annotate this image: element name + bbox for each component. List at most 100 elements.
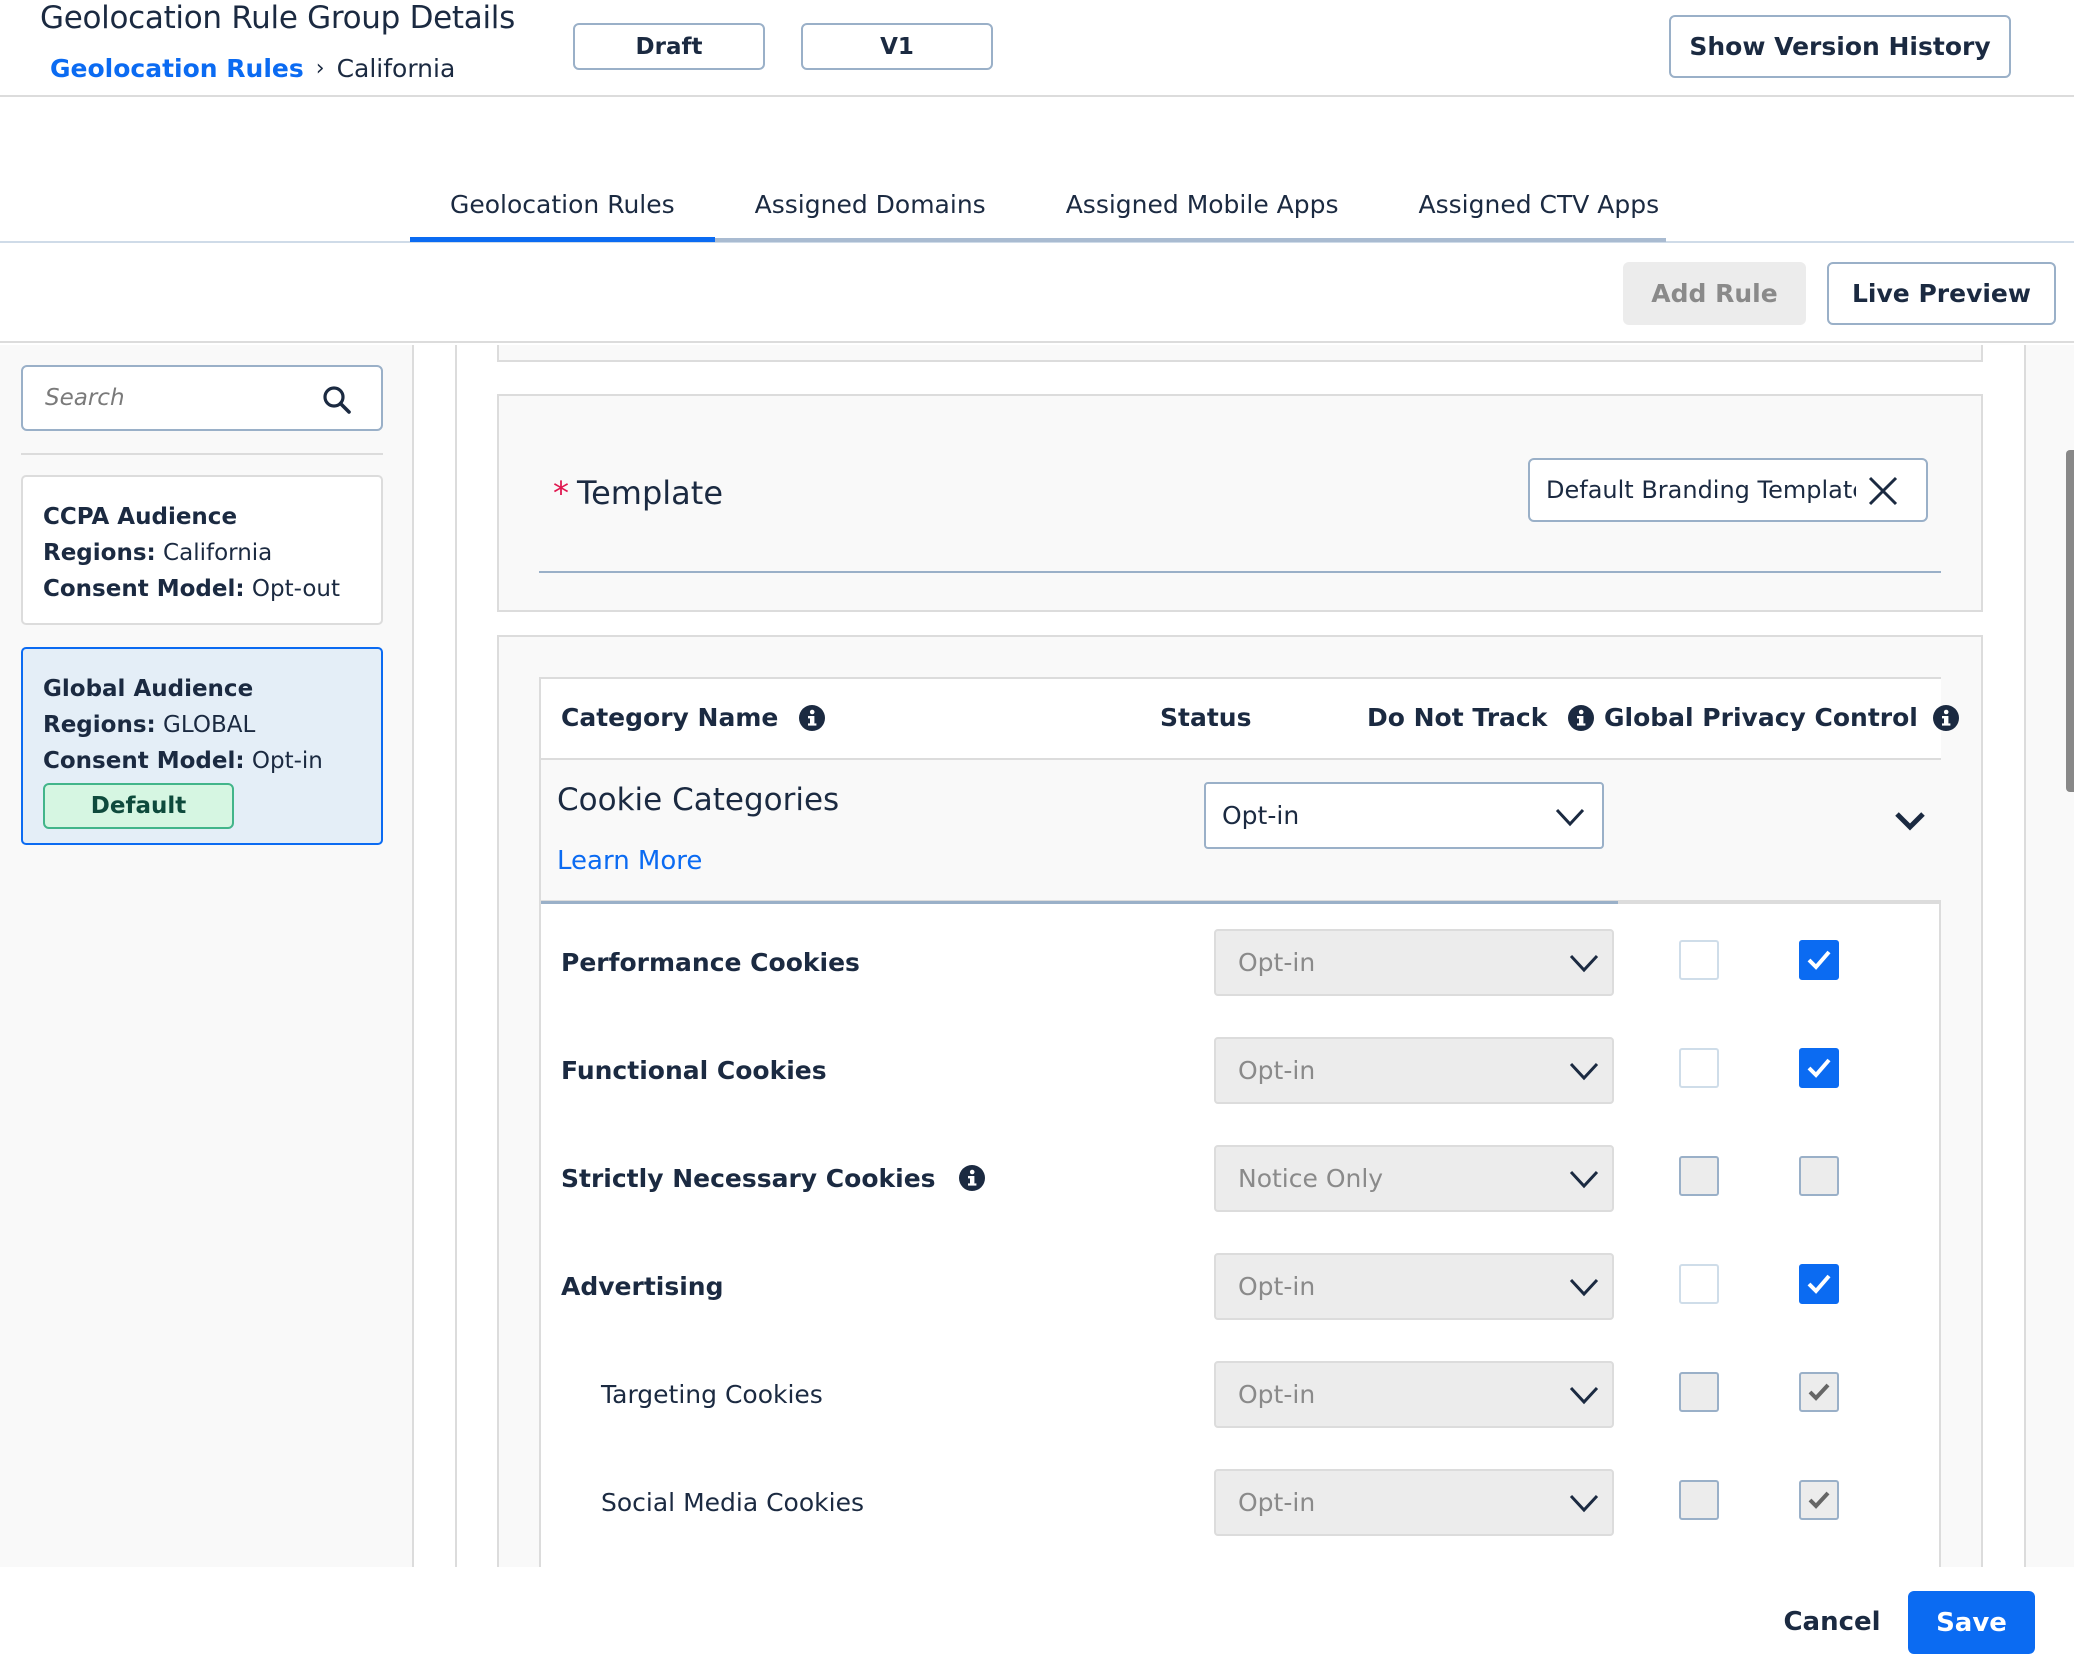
column-header-status: Status (1160, 703, 1251, 732)
group-title: Cookie Categories (557, 782, 840, 818)
category-status-select[interactable]: Opt-in (1214, 929, 1614, 996)
category-name-text: Targeting Cookies (601, 1379, 823, 1409)
close-icon[interactable] (1866, 474, 1900, 508)
consent-model-value: Opt-in (251, 748, 323, 774)
info-icon[interactable] (1567, 704, 1595, 732)
status-draft-button[interactable]: Draft (573, 23, 765, 70)
previous-section-panel (497, 345, 1983, 362)
page-title: Geolocation Rule Group Details (40, 0, 515, 36)
tab-assigned-domains[interactable]: Assigned Domains (715, 180, 1026, 238)
breadcrumb-link-geolocation-rules[interactable]: Geolocation Rules (50, 54, 304, 83)
scrollbar-thumb[interactable] (2066, 450, 2074, 792)
category-status-value: Notice Only (1238, 1164, 1384, 1193)
category-row: Targeting Cookies Opt-in (541, 1340, 1941, 1448)
chevron-right-icon: › (315, 56, 325, 81)
category-status-value: Opt-in (1238, 1272, 1316, 1301)
category-name: Functional Cookies (561, 1016, 827, 1124)
template-label-text: Template (577, 474, 724, 512)
chevron-down-icon (1569, 1494, 1599, 1513)
tab-bar: Geolocation Rules Assigned Domains Assig… (410, 180, 1666, 242)
template-value: Default Branding Template (1546, 476, 1856, 504)
live-preview-button[interactable]: Live Preview (1827, 262, 2056, 325)
column-header-do-not-track: Do Not Track (1367, 703, 1595, 732)
global-privacy-control-checkbox[interactable] (1799, 1264, 1839, 1304)
global-privacy-control-checkbox[interactable] (1799, 940, 1839, 980)
do-not-track-checkbox[interactable] (1679, 1372, 1719, 1412)
template-section: * Template Default Branding Template (497, 394, 1983, 612)
breadcrumb: Geolocation Rules › California (50, 54, 455, 83)
rule-card-ccpa-audience[interactable]: CCPA Audience Regions: California Consen… (21, 475, 383, 625)
checkmark-icon (1807, 1058, 1831, 1078)
info-icon[interactable] (798, 704, 826, 732)
category-name: Performance Cookies (561, 908, 860, 1016)
category-status-value: Opt-in (1238, 1056, 1316, 1085)
toolbar: Add Rule Live Preview (0, 243, 2074, 343)
category-row: Advertising Opt-in (541, 1232, 1941, 1340)
cancel-button[interactable]: Cancel (1770, 1591, 1894, 1653)
regions-value: GLOBAL (163, 712, 256, 738)
version-button[interactable]: V1 (801, 23, 993, 70)
template-underline (539, 571, 1941, 573)
tab-assigned-mobile-apps[interactable]: Assigned Mobile Apps (1026, 180, 1379, 238)
rule-card-global-audience[interactable]: Global Audience Regions: GLOBAL Consent … (21, 647, 383, 845)
footer-actions: Cancel Save (0, 1567, 2074, 1672)
rule-editor: * Template Default Branding Template Cate… (457, 345, 2024, 1567)
category-status-value: Opt-in (1238, 948, 1316, 977)
checkmark-icon (1808, 1383, 1830, 1401)
do-not-track-checkbox[interactable] (1679, 1480, 1719, 1520)
category-row: Functional Cookies Opt-in (541, 1016, 1941, 1124)
add-rule-button[interactable]: Add Rule (1623, 262, 1806, 325)
column-header-label: Category Name (561, 703, 779, 732)
cookie-categories-group-row: Cookie Categories Learn More Opt-in (541, 760, 1941, 904)
do-not-track-checkbox[interactable] (1679, 1048, 1719, 1088)
expand-chevron-icon[interactable] (1893, 810, 1927, 832)
breadcrumb-current: California (336, 54, 456, 83)
table-header: Category Name Status Do Not Track Global… (541, 679, 1959, 760)
save-button[interactable]: Save (1908, 1591, 2035, 1654)
group-status-value: Opt-in (1222, 801, 1300, 830)
cookie-categories-section: Category Name Status Do Not Track Global… (497, 635, 1983, 1567)
category-row: Social Media Cookies Opt-in (541, 1448, 1941, 1556)
global-privacy-control-checkbox[interactable] (1799, 1372, 1839, 1412)
search-field (21, 365, 383, 431)
tab-assigned-ctv-apps[interactable]: Assigned CTV Apps (1379, 180, 1700, 238)
category-status-select[interactable]: Opt-in (1214, 1361, 1614, 1428)
checkmark-icon (1808, 1491, 1830, 1509)
do-not-track-checkbox[interactable] (1679, 940, 1719, 980)
learn-more-link[interactable]: Learn More (557, 846, 702, 876)
global-privacy-control-checkbox[interactable] (1799, 1156, 1839, 1196)
consent-model-label: Consent Model: (43, 576, 245, 602)
group-underline (541, 901, 1618, 904)
do-not-track-checkbox[interactable] (1679, 1264, 1719, 1304)
global-privacy-control-checkbox[interactable] (1799, 1480, 1839, 1520)
checkmark-icon (1807, 950, 1831, 970)
tab-geolocation-rules[interactable]: Geolocation Rules (410, 180, 715, 242)
consent-model-label: Consent Model: (43, 748, 245, 774)
category-status-value: Opt-in (1238, 1488, 1316, 1517)
group-status-select[interactable]: Opt-in (1204, 782, 1604, 849)
category-status-select[interactable]: Opt-in (1214, 1253, 1614, 1320)
consent-model-value: Opt-out (251, 576, 340, 602)
rules-sidebar: CCPA Audience Regions: California Consen… (0, 345, 414, 1567)
do-not-track-checkbox[interactable] (1679, 1156, 1719, 1196)
category-status-select[interactable]: Opt-in (1214, 1469, 1614, 1536)
search-input[interactable] (45, 367, 315, 429)
regions-label: Regions: (43, 540, 156, 566)
show-version-history-button[interactable]: Show Version History (1669, 15, 2011, 78)
global-privacy-control-checkbox[interactable] (1799, 1048, 1839, 1088)
sidebar-divider (21, 453, 383, 455)
template-select[interactable]: Default Branding Template (1528, 458, 1928, 522)
category-name-text: Performance Cookies (561, 947, 860, 977)
regions-value: California (163, 540, 273, 566)
search-icon[interactable] (321, 384, 353, 416)
column-header-label: Status (1160, 703, 1252, 732)
default-badge: Default (43, 783, 234, 829)
rule-card-title: CCPA Audience (43, 504, 238, 530)
category-status-select[interactable]: Opt-in (1214, 1037, 1614, 1104)
cookie-categories-table: Category Name Status Do Not Track Global… (539, 677, 1959, 1567)
column-header-label: Global Privacy Control (1604, 703, 1918, 732)
category-status-select[interactable]: Notice Only (1214, 1145, 1614, 1212)
info-icon[interactable] (1932, 704, 1960, 732)
info-icon[interactable] (958, 1164, 986, 1192)
column-header-global-privacy-control: Global Privacy Control (1604, 703, 1960, 732)
